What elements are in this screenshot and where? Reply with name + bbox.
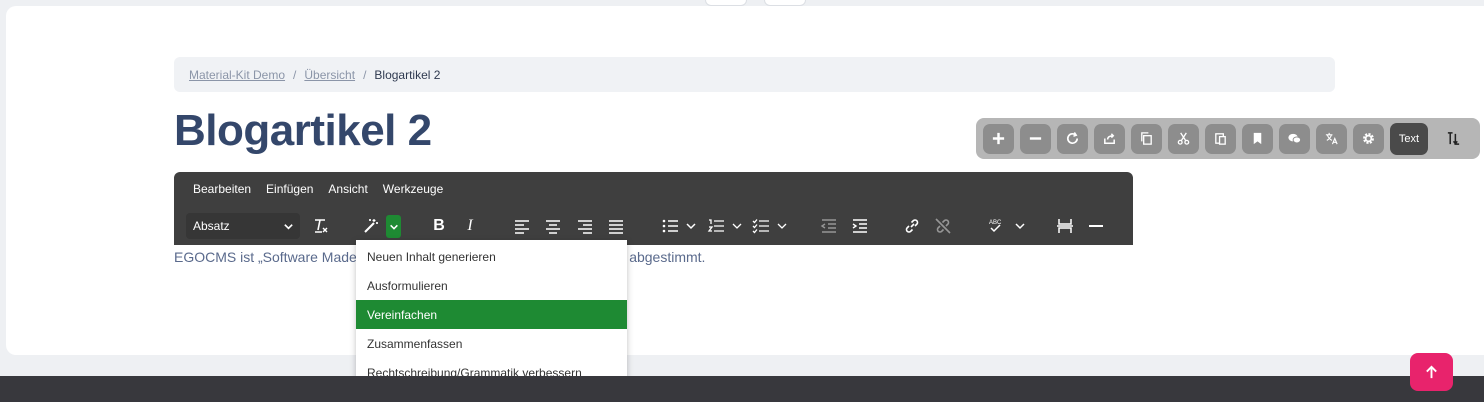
ai-menu-item-elaborate[interactable]: Ausformulieren [356,271,627,300]
admin-toolbar: Text [976,118,1480,159]
sort-icon[interactable] [1438,124,1468,154]
editor-toolbar: Absatz B I ABC [174,210,1133,242]
menu-bearbeiten[interactable]: Bearbeiten [193,182,251,196]
ai-menu-item-simplify[interactable]: Vereinfachen [356,300,627,329]
translate-icon[interactable] [1316,123,1347,154]
text-button[interactable]: Text [1390,122,1428,155]
menu-einfuegen[interactable]: Einfügen [266,182,313,196]
horizontal-line-icon[interactable] [1085,214,1107,238]
gear-icon[interactable] [1353,123,1384,154]
page-footer [0,376,1484,402]
align-justify-icon[interactable] [605,214,627,238]
bullet-list-icon[interactable] [659,214,699,238]
spellcheck-icon[interactable]: ABC [986,214,1028,238]
page-title[interactable]: Blogartikel 2 [174,106,432,156]
ai-menu-item-generate[interactable]: Neuen Inhalt generieren [356,242,627,271]
cut-icon[interactable] [1168,123,1199,154]
plus-icon[interactable] [983,123,1014,154]
align-center-icon[interactable] [542,214,564,238]
bold-icon[interactable]: B [428,214,450,238]
breadcrumb: Material-Kit Demo / Übersicht / Blogarti… [174,57,1335,92]
copy-icon[interactable] [1131,123,1162,154]
scroll-to-top-button[interactable] [1410,353,1453,391]
indent-icon[interactable] [849,214,871,238]
ai-dropdown-menu: Neuen Inhalt generieren Ausformulieren V… [356,240,627,390]
menu-werkzeuge[interactable]: Werkzeuge [383,182,443,196]
ai-menu-toggle[interactable] [386,215,401,238]
ai-menu-item-summarize[interactable]: Zusammenfassen [356,329,627,358]
clear-format-icon[interactable] [310,214,332,238]
chevron-down-icon [284,223,293,230]
page-break-icon[interactable] [1054,214,1076,238]
breadcrumb-link-overview[interactable]: Übersicht [304,68,355,82]
rich-text-editor: Bearbeiten Einfügen Ansicht Werkzeuge Ab… [174,172,1133,245]
outdent-icon[interactable] [818,214,840,238]
minus-icon[interactable] [1020,123,1051,154]
menu-ansicht[interactable]: Ansicht [328,182,367,196]
block-format-select[interactable]: Absatz [186,213,300,239]
editor-menubar: Bearbeiten Einfügen Ansicht Werkzeuge [193,182,443,196]
share-icon[interactable] [1094,123,1125,154]
paste-icon[interactable] [1205,123,1236,154]
breadcrumb-link-home[interactable]: Material-Kit Demo [189,68,285,82]
breadcrumb-separator: / [293,67,297,82]
breadcrumb-current: Blogartikel 2 [374,67,441,82]
align-right-icon[interactable] [574,214,596,238]
checklist-icon[interactable] [750,214,790,238]
link-icon[interactable] [901,214,923,238]
magic-wand-icon[interactable] [360,214,382,238]
breadcrumb-separator: / [363,67,367,82]
reload-icon[interactable] [1057,123,1088,154]
numbered-list-icon[interactable] [705,214,745,238]
chevron-down-icon [389,224,398,230]
align-left-icon[interactable] [511,214,533,238]
unlink-icon[interactable] [932,214,954,238]
bookmark-icon[interactable] [1242,123,1273,154]
arrow-up-icon [1426,365,1437,378]
italic-icon[interactable]: I [459,214,481,238]
comments-icon[interactable] [1279,123,1310,154]
block-format-value: Absatz [193,219,230,233]
